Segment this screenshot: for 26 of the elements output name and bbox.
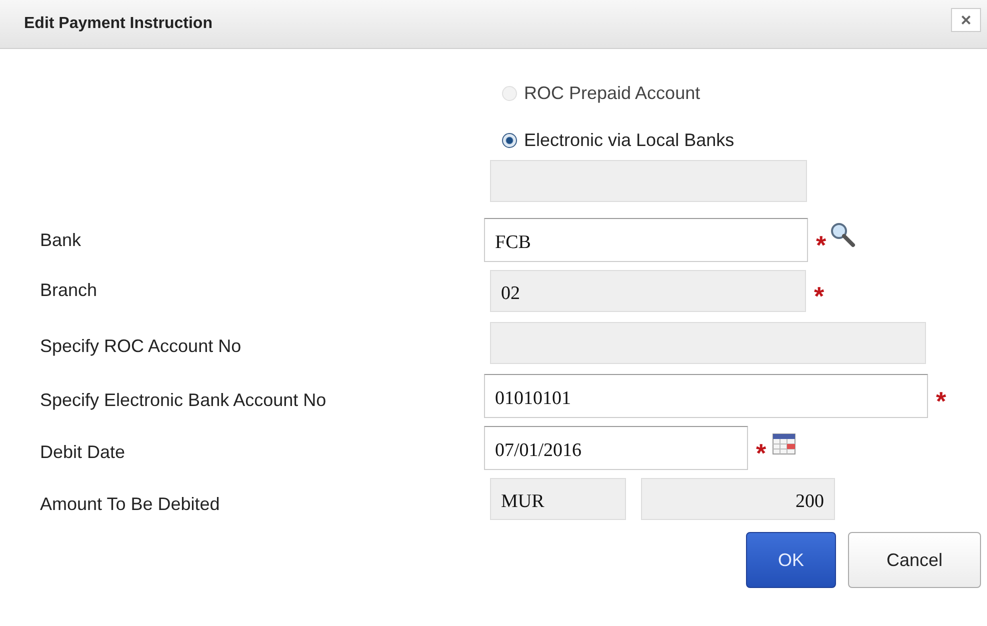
radio-button[interactable] <box>502 132 517 148</box>
text-field[interactable]: FCB <box>484 218 808 262</box>
required-mark: * <box>756 440 766 466</box>
ok-button[interactable]: OK <box>746 532 836 588</box>
required-mark: * <box>936 388 946 414</box>
radio-label: ROC Prepaid Account <box>524 82 700 104</box>
amount-field[interactable]: 200 <box>641 478 835 520</box>
currency-field[interactable]: MUR <box>490 478 626 520</box>
text-field[interactable] <box>490 322 926 364</box>
close-button[interactable]: × <box>951 8 981 32</box>
calendar-icon[interactable] <box>772 433 796 455</box>
field-label: Specify ROC Account No <box>40 335 242 357</box>
required-mark: * <box>814 283 824 309</box>
field-label: Debit Date <box>40 441 126 463</box>
field-label: Specify Electronic Bank Account No <box>40 389 328 411</box>
text-field[interactable]: 07/01/2016 <box>484 426 748 470</box>
text-field[interactable]: 02 <box>490 270 806 312</box>
radio-label: Electronic via Local Banks <box>524 130 734 150</box>
cancel-button[interactable]: Cancel <box>848 532 981 588</box>
field-label: Branch <box>40 279 98 301</box>
field-label: Bank <box>40 229 82 251</box>
text-field[interactable]: 01010101 <box>484 374 928 418</box>
dialog-title: Edit Payment Instruction <box>24 15 212 33</box>
search-icon[interactable] <box>828 220 856 248</box>
required-mark: * <box>816 232 826 258</box>
field-label: Amount To Be Debited <box>40 493 221 515</box>
